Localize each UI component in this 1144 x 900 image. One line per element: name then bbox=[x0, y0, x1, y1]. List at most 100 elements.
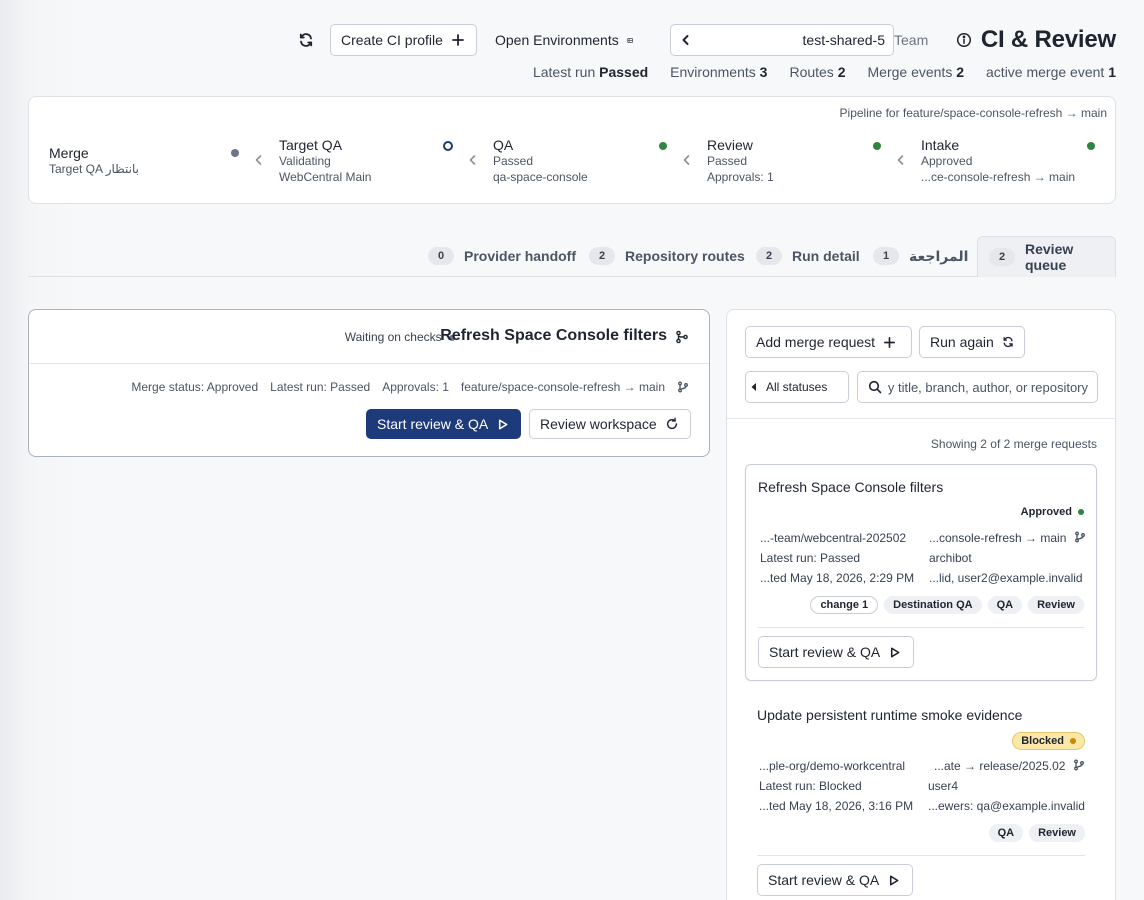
status-filter-value: All statuses bbox=[766, 380, 828, 394]
tab-provider-handoff[interactable]: 0 Provider handoff bbox=[428, 236, 576, 276]
run-again-button[interactable]: Run again bbox=[919, 326, 1025, 358]
chip: Destination QA bbox=[884, 596, 982, 614]
merge-request-chips: change 1 Destination QA QA Review bbox=[810, 596, 1084, 614]
stat-merge-events-value: 2 bbox=[956, 64, 965, 80]
item-divider bbox=[758, 627, 1084, 628]
page-title: CI & Review bbox=[980, 26, 1116, 53]
tab-review-queue[interactable]: 2 Review queue bbox=[977, 236, 1116, 277]
stat-latest-run-label: Latest run bbox=[532, 64, 596, 80]
chip: QA bbox=[987, 596, 1023, 614]
stat-active-merge-event-value: 1 bbox=[1108, 64, 1116, 80]
status-dot bbox=[1070, 738, 1076, 744]
stage-detail: Passed bbox=[493, 154, 534, 168]
pipeline-caption: Pipeline for feature/space-console-refre… bbox=[839, 106, 1107, 120]
refresh-button[interactable] bbox=[291, 25, 321, 55]
start-review-qa-button[interactable]: Start review & QA bbox=[758, 636, 914, 668]
review-workspace-button[interactable]: Review workspace bbox=[529, 409, 691, 439]
stage-detail: Target QA بانتظار bbox=[49, 162, 139, 176]
stage-name: Target QA bbox=[279, 137, 343, 153]
start-review-qa-button[interactable]: Start review & QA bbox=[366, 409, 521, 439]
add-merge-request-label: Add merge request bbox=[756, 334, 876, 350]
detail-title: Refresh Space Console filters bbox=[440, 327, 667, 344]
pipeline-stage-review[interactable]: Review Passed Approvals: 1 bbox=[707, 137, 774, 185]
search-icon bbox=[868, 380, 882, 394]
stage-name: Intake bbox=[921, 137, 960, 153]
status-filter-select[interactable]: All statuses bbox=[745, 371, 849, 403]
status-dot-passed bbox=[873, 142, 881, 150]
header-bar: Create CI profile Open Environments test… bbox=[290, 24, 1116, 56]
reviewers-text: ...ewers: qa@example.invalid bbox=[928, 799, 1085, 813]
pipeline-stage-qa[interactable]: QA Passed qa-space-console bbox=[493, 137, 588, 185]
stat-routes-value: 2 bbox=[837, 64, 846, 80]
stat-active-merge-event-label: active merge event bbox=[986, 64, 1105, 80]
refresh-icon bbox=[299, 33, 313, 47]
team-label: Team bbox=[894, 32, 929, 48]
merge-request-detail-card: Waiting on checks Refresh Space Console … bbox=[28, 309, 710, 457]
tab-repository-routes[interactable]: 2 Repository routes bbox=[589, 236, 745, 276]
merge-request-item[interactable]: Update persistent runtime smoke evidence… bbox=[745, 693, 1097, 900]
start-review-qa-label: Start review & QA bbox=[768, 872, 880, 888]
branch-text: ...ate → release/2025.02 bbox=[928, 756, 1085, 776]
status-badge-text: Blocked bbox=[1021, 735, 1064, 747]
start-review-qa-label: Start review & QA bbox=[377, 416, 489, 432]
git-branch-icon bbox=[1073, 759, 1084, 771]
stat-environments-value: 3 bbox=[759, 64, 768, 80]
add-merge-request-button[interactable]: Add merge request bbox=[745, 326, 912, 358]
stat-latest-run-value: Passed bbox=[599, 64, 649, 80]
start-review-qa-button[interactable]: Start review & QA bbox=[757, 864, 913, 896]
tab-label: Run detail bbox=[792, 248, 860, 264]
tab-bar: 0 Provider handoff 2 Repository routes 2… bbox=[28, 236, 1116, 277]
detail-status-text: Waiting on checks bbox=[344, 330, 442, 344]
open-environments-button[interactable]: Open Environments bbox=[484, 24, 644, 56]
start-review-qa-label: Start review & QA bbox=[769, 644, 881, 660]
pipeline-stage-target-qa[interactable]: Target QA Validating WebCentral Main bbox=[279, 137, 371, 185]
pipeline-stage-merge[interactable]: Merge Target QA بانتظار bbox=[49, 145, 139, 177]
plus-icon bbox=[884, 336, 896, 348]
pipeline-stage-intake[interactable]: Intake Approved ...ce-console-refresh → … bbox=[921, 137, 1075, 185]
environment-select-value: test-shared-5 bbox=[802, 32, 885, 48]
chevron-left-icon bbox=[683, 155, 690, 165]
tab-review-arabic[interactable]: 1 المراجعة bbox=[873, 236, 968, 276]
chevron-left-icon bbox=[469, 155, 476, 165]
merge-request-chips: QA Review bbox=[988, 824, 1085, 842]
open-environments-label: Open Environments bbox=[495, 32, 619, 48]
stage-name: Merge bbox=[49, 145, 89, 161]
stage-detail: Passed bbox=[707, 154, 748, 168]
branch-text: ...console-refresh → main bbox=[929, 528, 1086, 548]
repository-text: ...-team/webcentral-202502 bbox=[760, 531, 907, 545]
detail-header: Waiting on checks Refresh Space Console … bbox=[29, 310, 709, 364]
latest-run-text: Latest run: Passed bbox=[760, 551, 861, 565]
detail-status: Waiting on checks bbox=[345, 330, 455, 344]
detail-merge-status: Merge status: Approved bbox=[131, 380, 259, 394]
search-field[interactable] bbox=[857, 371, 1098, 403]
stage-name: Review bbox=[707, 137, 753, 153]
git-branch-icon bbox=[678, 381, 688, 393]
stat-active-merge-event: active merge event 1 bbox=[986, 64, 1116, 80]
play-icon bbox=[891, 647, 900, 657]
merge-request-item[interactable]: Refresh Space Console filters Approved .… bbox=[745, 464, 1097, 681]
author-text: archibot bbox=[929, 551, 972, 565]
merge-request-title: Refresh Space Console filters bbox=[758, 479, 944, 495]
chip: Review bbox=[1028, 596, 1084, 614]
tab-run-detail[interactable]: 2 Run detail bbox=[756, 236, 860, 276]
play-icon bbox=[499, 419, 508, 429]
updated-text: ...ted May 18, 2026, 2:29 PM bbox=[760, 571, 915, 585]
tab-label: Repository routes bbox=[625, 248, 745, 264]
play-icon bbox=[890, 875, 899, 885]
merge-request-right-column: ...ate → release/2025.02 user4 ...ewers:… bbox=[928, 756, 1085, 816]
chevron-left-icon bbox=[682, 35, 689, 45]
updated-text: ...ted May 18, 2026, 3:16 PM bbox=[759, 799, 914, 813]
git-merge-icon bbox=[676, 330, 688, 344]
create-ci-profile-button[interactable]: Create CI profile bbox=[330, 24, 477, 56]
status-dot-passed bbox=[1087, 142, 1095, 150]
chevron-left-icon bbox=[897, 155, 904, 165]
status-dot-active bbox=[443, 141, 453, 151]
detail-meta: Merge status: Approved Latest run: Passe… bbox=[131, 380, 689, 394]
search-input[interactable] bbox=[888, 379, 1088, 395]
environment-select[interactable]: test-shared-5 bbox=[670, 24, 894, 56]
tab-label: Provider handoff bbox=[464, 248, 577, 264]
review-queue-panel: Add merge request Run again All statuses… bbox=[726, 309, 1116, 900]
server-icon bbox=[627, 37, 633, 43]
info-button[interactable] bbox=[956, 32, 972, 48]
git-branch-icon bbox=[1074, 531, 1085, 543]
